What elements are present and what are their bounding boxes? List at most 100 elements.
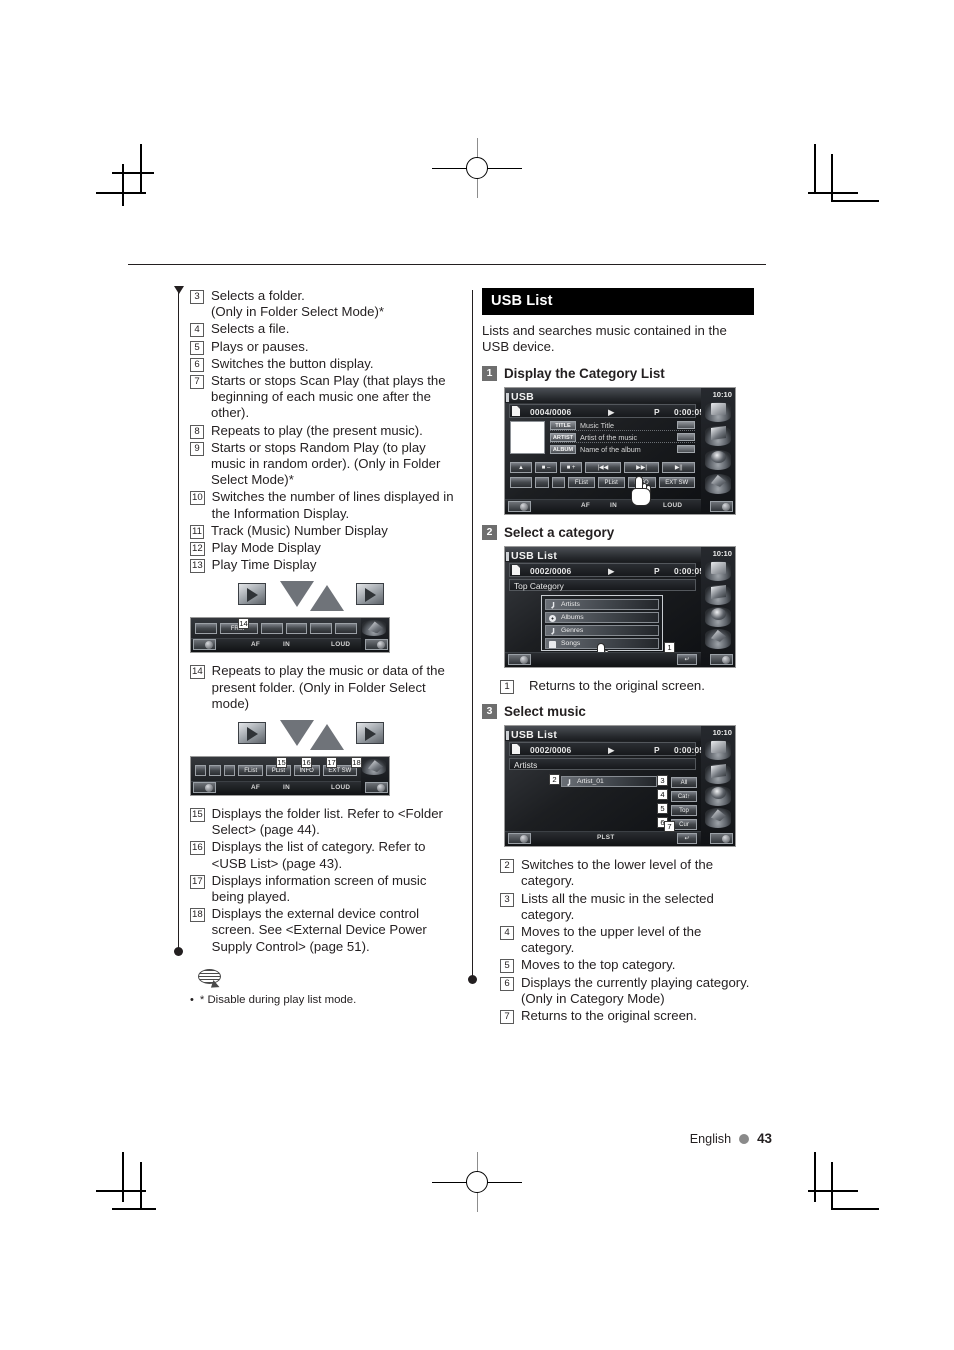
- side-icon-audio-3[interactable]: [705, 786, 731, 807]
- note-bubble-icon: [198, 968, 224, 991]
- callout-number: 7: [190, 375, 204, 390]
- side-icon-source-3[interactable]: [705, 764, 731, 785]
- callout-number: 4: [190, 323, 204, 338]
- volume-down-knob-category[interactable]: [508, 653, 531, 665]
- meta-scroll-chip-album[interactable]: [677, 444, 695, 453]
- list-item: 7 Starts or stops Scan Play (that plays t…: [190, 373, 460, 422]
- strip-a-button-6[interactable]: [335, 623, 357, 635]
- crop-mark-bl-h: [96, 1190, 146, 1192]
- step-1-number: 1: [482, 365, 497, 381]
- category-row-artists[interactable]: Artists: [545, 598, 659, 610]
- footnote-text: * Disable during play list mode.: [199, 993, 357, 1006]
- callout-4: 4: [657, 789, 668, 801]
- usb-blank-button-1[interactable]: [535, 476, 549, 488]
- list-item-text: Switches the button display.: [211, 355, 374, 371]
- side-icon-menu-2[interactable]: [705, 560, 731, 581]
- list-item: 17 Displays information screen of music b…: [190, 873, 460, 905]
- list-item: 4 Selects a file.: [190, 321, 460, 338]
- meta-tag-album[interactable]: ALBUM: [550, 444, 576, 454]
- crop-mark-tl-v2: [122, 164, 124, 206]
- side-icon-menu-3[interactable]: [705, 740, 731, 761]
- artist-row-icon: [567, 779, 571, 787]
- meta-tag-artist[interactable]: ARTIST: [550, 432, 576, 442]
- volume-down-knob[interactable]: [193, 639, 216, 651]
- return-button-music[interactable]: ↵: [677, 833, 697, 845]
- folder-up-button[interactable]: ■ +: [560, 461, 582, 473]
- meta-tag-title[interactable]: TITLE: [550, 420, 576, 430]
- folder-down-button[interactable]: ■ –: [535, 461, 557, 473]
- meta-value-title: Music Title: [580, 420, 614, 430]
- top-button[interactable]: Top: [671, 805, 697, 817]
- plist-button[interactable]: PList: [597, 476, 625, 488]
- return-button-category[interactable]: ↵: [677, 653, 697, 665]
- strip-a-button-5[interactable]: [310, 623, 333, 635]
- label-loud: LOUD: [663, 501, 683, 509]
- volume-up-knob-b[interactable]: [365, 782, 388, 794]
- usb-source-button[interactable]: [510, 476, 532, 488]
- list-item: 18 Displays the external device control s…: [190, 906, 460, 955]
- play-pause-button[interactable]: ▶||: [662, 461, 695, 473]
- screen-usb-play-mode: P: [654, 406, 660, 417]
- arrow-down-icon: [280, 581, 314, 608]
- side-icon-source-2[interactable]: [705, 584, 731, 605]
- side-icon-menu[interactable]: [705, 401, 731, 422]
- strip-b-button-3[interactable]: [223, 765, 236, 777]
- flist-button[interactable]: FList: [568, 476, 595, 488]
- strip-a-button-3[interactable]: [260, 623, 283, 635]
- side-icon-setup-2[interactable]: [705, 628, 731, 649]
- side-icon-audio-2[interactable]: [705, 606, 731, 627]
- strip-b-button-flist[interactable]: FList: [238, 765, 263, 777]
- crop-mark-tl-h: [96, 192, 146, 194]
- play-icon: ▶: [608, 406, 615, 417]
- screen-category-play-mode: P: [654, 565, 660, 576]
- feature-list-15-18: 15 Displays the folder list. Refer to <Fo…: [190, 806, 460, 955]
- all-button[interactable]: All: [671, 777, 697, 789]
- ext-sw-button[interactable]: EXT SW: [658, 476, 695, 488]
- volume-up-knob-music[interactable]: [710, 833, 733, 845]
- meta-scroll-chip-title[interactable]: [677, 420, 695, 429]
- crop-mark-br-h: [808, 1190, 858, 1192]
- volume-up-knob-category[interactable]: [710, 653, 733, 665]
- arrow-down-icon-b: [280, 720, 314, 747]
- category-label-genres: Genres: [561, 626, 584, 634]
- strip-b-button-2[interactable]: [209, 765, 221, 777]
- callout-18: 18: [351, 757, 362, 769]
- strip-b-button-1[interactable]: [195, 765, 207, 777]
- eject-button[interactable]: ▲: [510, 461, 532, 473]
- crop-mark-bl-v: [122, 1152, 124, 1202]
- callout-number: 9: [190, 441, 204, 456]
- page-footer: English 43: [690, 1131, 772, 1146]
- list-item-text: Switches to the lower level of the categ…: [521, 857, 714, 889]
- strip-a-button-1[interactable]: [195, 623, 217, 635]
- side-icon-source[interactable]: [705, 425, 731, 446]
- volume-up-knob[interactable]: [365, 639, 388, 651]
- category-row-albums[interactable]: Albums: [545, 611, 659, 623]
- cat-up-button[interactable]: Cat↑: [671, 791, 697, 803]
- meta-scroll-chip-artist[interactable]: [677, 432, 695, 441]
- volume-down-knob-usb[interactable]: [508, 500, 531, 512]
- list-item-text: Lists all the music in the selected cate…: [521, 890, 714, 922]
- volume-down-knob-music[interactable]: [508, 833, 531, 845]
- crop-mark-bl-v2: [140, 1162, 142, 1210]
- volume-down-knob-b[interactable]: [193, 782, 216, 794]
- side-icon-setup-3[interactable]: [705, 808, 731, 829]
- category-row-genres[interactable]: Genres: [545, 624, 659, 636]
- list-item-text: Starts or stops Scan Play (that plays th…: [211, 373, 446, 421]
- side-icon-setup[interactable]: [705, 473, 731, 494]
- side-icon-4-b[interactable]: [362, 759, 386, 776]
- crop-mark-bl-h2: [112, 1208, 156, 1210]
- usb-blank-button-2[interactable]: [551, 476, 566, 488]
- step-1-title: Display the Category List: [504, 365, 665, 381]
- side-icon-4[interactable]: [362, 620, 386, 637]
- volume-up-knob-usb[interactable]: [710, 500, 733, 512]
- previous-track-button[interactable]: |◀◀: [585, 461, 621, 473]
- list-item: 10 Switches the number of lines displayed…: [190, 489, 460, 521]
- music-row-artist-01[interactable]: Artist_01: [561, 776, 657, 788]
- side-icon-audio[interactable]: [705, 449, 731, 470]
- list-item-text: Play Mode Display: [211, 540, 321, 556]
- next-track-button[interactable]: ▶▶|: [623, 461, 660, 473]
- section-intro: Lists and searches music contained in th…: [482, 323, 727, 355]
- strip-a-button-4[interactable]: [285, 623, 308, 635]
- callout-number: 10: [190, 491, 205, 506]
- category-label-artists: Artists: [561, 600, 580, 608]
